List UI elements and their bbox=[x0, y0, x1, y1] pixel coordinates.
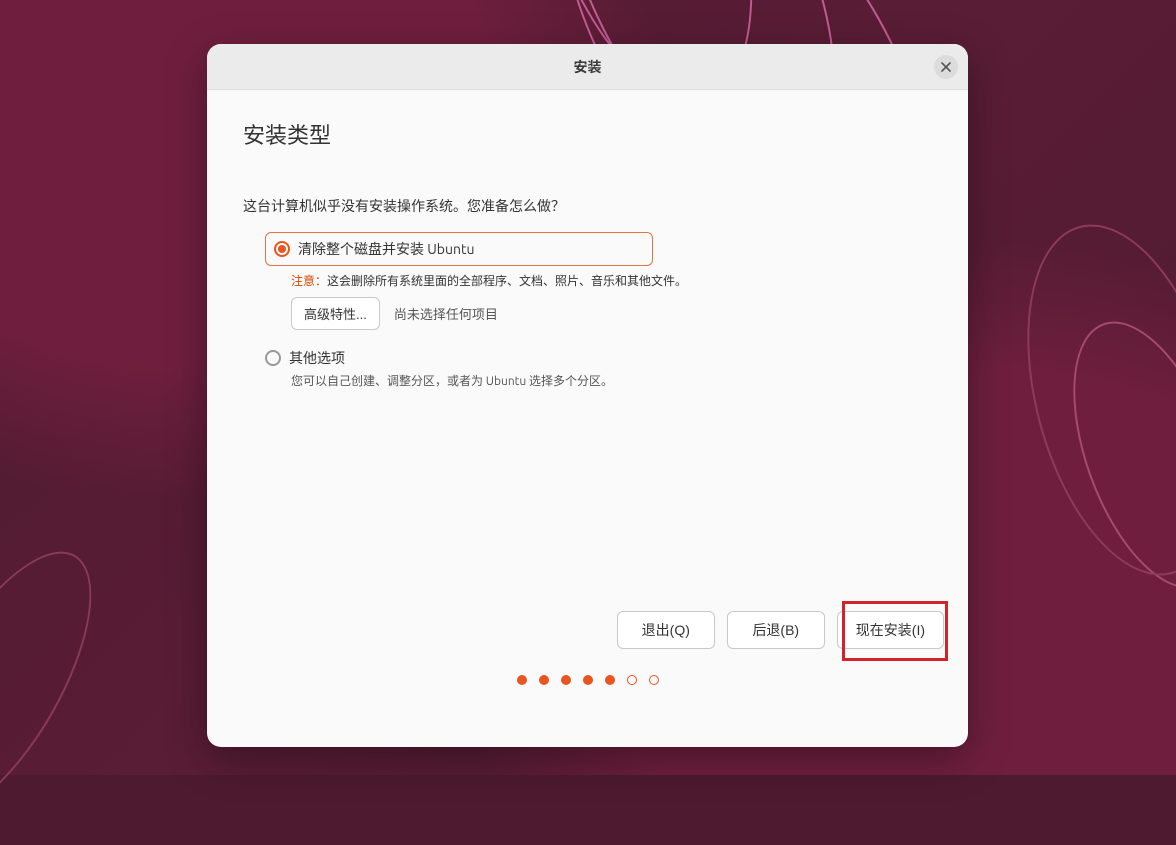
progress-dot bbox=[605, 675, 615, 685]
progress-dot bbox=[627, 675, 637, 685]
erase-warning: 注意：这会删除所有系统里面的全部程序、文档、照片、音乐和其他文件。 bbox=[291, 272, 932, 289]
advanced-features-button[interactable]: 高级特性... bbox=[291, 297, 380, 330]
progress-dot bbox=[517, 675, 527, 685]
quit-button[interactable]: 退出(Q) bbox=[617, 611, 715, 649]
titlebar: 安装 bbox=[207, 44, 968, 90]
install-button[interactable]: 现在安装(I) bbox=[837, 611, 944, 649]
progress-dots bbox=[207, 675, 968, 685]
option-other-label: 其他选项 bbox=[289, 348, 345, 368]
swirl-stroke bbox=[0, 525, 127, 845]
footer: 退出(Q) 后退(B) 现在安装(I) bbox=[207, 611, 968, 747]
prompt-text: 这台计算机似乎没有安装操作系统。您准备怎么做？ bbox=[243, 196, 932, 216]
page-title: 安装类型 bbox=[243, 118, 932, 150]
progress-dot bbox=[539, 675, 549, 685]
option-other-description: 您可以自己创建、调整分区，或者为 Ubuntu 选择多个分区。 bbox=[291, 372, 932, 389]
progress-dot bbox=[561, 675, 571, 685]
advanced-row: 高级特性... 尚未选择任何项目 bbox=[291, 297, 932, 330]
option-something-else[interactable]: 其他选项 bbox=[265, 348, 932, 368]
radio-unchecked-icon bbox=[265, 350, 281, 366]
content-area: 安装类型 这台计算机似乎没有安装操作系统。您准备怎么做？ 清除整个磁盘并安装 U… bbox=[207, 90, 968, 611]
advanced-status: 尚未选择任何项目 bbox=[394, 304, 498, 323]
back-button[interactable]: 后退(B) bbox=[727, 611, 825, 649]
progress-dot bbox=[583, 675, 593, 685]
warning-text: 这会删除所有系统里面的全部程序、文档、照片、音乐和其他文件。 bbox=[327, 275, 687, 288]
swirl-stroke bbox=[992, 203, 1176, 597]
progress-dot bbox=[649, 675, 659, 685]
window-title: 安装 bbox=[574, 57, 602, 77]
installer-window: 安装 安装类型 这台计算机似乎没有安装操作系统。您准备怎么做？ 清除整个磁盘并安… bbox=[207, 44, 968, 747]
close-icon[interactable] bbox=[934, 55, 958, 79]
option-erase-disk[interactable]: 清除整个磁盘并安装 Ubuntu bbox=[265, 232, 653, 266]
option-erase-label: 清除整个磁盘并安装 Ubuntu bbox=[298, 239, 474, 259]
radio-checked-icon bbox=[274, 241, 290, 257]
warning-label: 注意： bbox=[291, 275, 327, 288]
